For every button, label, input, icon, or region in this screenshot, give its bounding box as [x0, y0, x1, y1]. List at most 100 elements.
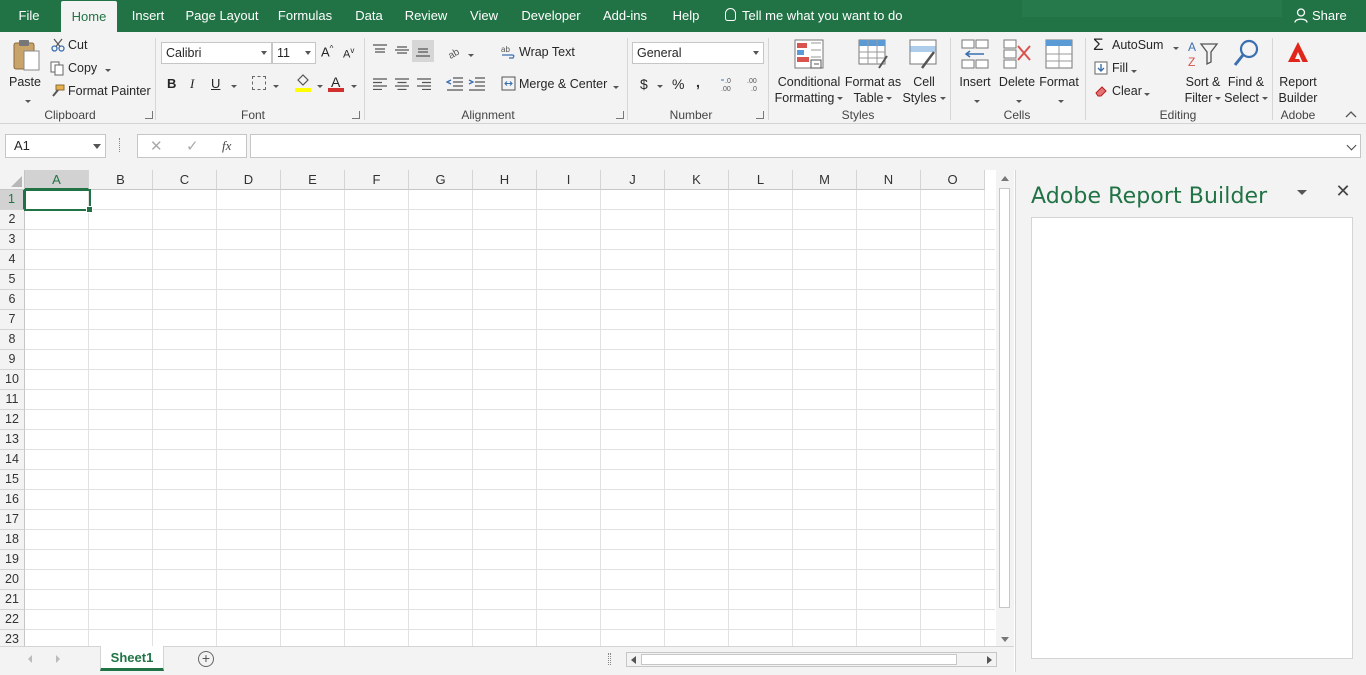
- column-header-l[interactable]: L: [729, 170, 793, 190]
- cut-button[interactable]: Cut: [49, 37, 109, 55]
- percent-button[interactable]: %: [672, 76, 684, 92]
- paste-button[interactable]: Paste: [5, 36, 45, 106]
- scroll-left-icon[interactable]: [631, 656, 636, 664]
- row-header-20[interactable]: 20: [0, 570, 25, 590]
- column-header-c[interactable]: C: [153, 170, 217, 190]
- row-header-16[interactable]: 16: [0, 490, 25, 510]
- column-header-d[interactable]: D: [217, 170, 281, 190]
- underline-button[interactable]: U: [211, 76, 220, 91]
- tab-developer[interactable]: Developer: [515, 0, 587, 32]
- tab-view[interactable]: View: [462, 0, 506, 32]
- tab-help[interactable]: Help: [664, 0, 708, 32]
- insert-function-button[interactable]: fx: [222, 138, 231, 154]
- row-header-1[interactable]: 1: [0, 190, 25, 210]
- borders-dropdown-icon[interactable]: [270, 79, 279, 93]
- column-header-a[interactable]: A: [25, 170, 89, 190]
- column-header-g[interactable]: G: [409, 170, 473, 190]
- column-header-j[interactable]: J: [601, 170, 665, 190]
- font-name-select[interactable]: Calibri: [161, 42, 272, 64]
- formula-input[interactable]: [250, 134, 1361, 158]
- tab-add-ins[interactable]: Add-ins: [597, 0, 653, 32]
- sheet-tab-sheet1[interactable]: Sheet1: [100, 646, 164, 671]
- increase-font-icon[interactable]: A^: [321, 44, 333, 59]
- select-all-button[interactable]: [0, 170, 25, 190]
- tab-insert[interactable]: Insert: [125, 0, 171, 32]
- row-header-21[interactable]: 21: [0, 590, 25, 610]
- tell-me-search[interactable]: Tell me what you want to do: [722, 0, 902, 32]
- row-header-11[interactable]: 11: [0, 390, 25, 410]
- expand-formula-icon[interactable]: [1346, 140, 1357, 151]
- row-header-15[interactable]: 15: [0, 470, 25, 490]
- share-button[interactable]: Share: [1292, 0, 1347, 32]
- tab-page-layout[interactable]: Page Layout: [180, 0, 264, 32]
- row-header-6[interactable]: 6: [0, 290, 25, 310]
- row-header-14[interactable]: 14: [0, 450, 25, 470]
- row-header-4[interactable]: 4: [0, 250, 25, 270]
- active-cell-cursor[interactable]: [24, 189, 93, 213]
- enter-icon[interactable]: ✓: [186, 137, 199, 155]
- report-builder-button[interactable]: Report Builder: [1276, 36, 1320, 106]
- find-select-button[interactable]: Find & Select: [1224, 36, 1268, 106]
- column-header-h[interactable]: H: [473, 170, 537, 190]
- scroll-right-icon[interactable]: [987, 656, 992, 664]
- row-header-22[interactable]: 22: [0, 610, 25, 630]
- font-size-select[interactable]: 11: [272, 42, 316, 64]
- row-header-17[interactable]: 17: [0, 510, 25, 530]
- format-cells-button[interactable]: Format: [1038, 36, 1080, 106]
- underline-dropdown-icon[interactable]: [228, 79, 237, 93]
- orientation-icon[interactable]: ab: [447, 43, 467, 59]
- align-middle-icon[interactable]: [394, 44, 410, 56]
- orientation-dropdown-icon[interactable]: [465, 48, 474, 62]
- row-header-7[interactable]: 7: [0, 310, 25, 330]
- collapse-ribbon-icon[interactable]: [1345, 110, 1357, 118]
- column-header-o[interactable]: O: [921, 170, 985, 190]
- currency-dropdown-icon[interactable]: [654, 79, 663, 93]
- wrap-text-button[interactable]: ab Wrap Text: [498, 42, 578, 62]
- align-right-icon[interactable]: [416, 78, 432, 90]
- fill-color-button[interactable]: [294, 74, 324, 94]
- row-header-13[interactable]: 13: [0, 430, 25, 450]
- pane-content[interactable]: [1031, 217, 1353, 659]
- row-header-23[interactable]: 23: [0, 630, 25, 646]
- fill-button[interactable]: Fill: [1092, 60, 1142, 78]
- row-header-9[interactable]: 9: [0, 350, 25, 370]
- vertical-scrollbar[interactable]: [996, 170, 1014, 646]
- row-header-18[interactable]: 18: [0, 530, 25, 550]
- increase-indent-icon[interactable]: [468, 77, 486, 91]
- cell-area[interactable]: [25, 190, 995, 646]
- merge-center-button[interactable]: Merge & Center: [498, 74, 624, 94]
- bold-button[interactable]: B: [167, 76, 176, 91]
- currency-button[interactable]: $: [640, 76, 648, 92]
- tab-home[interactable]: Home: [61, 1, 117, 32]
- conditional-formatting-button[interactable]: Conditional Formatting: [773, 36, 845, 106]
- tab-review[interactable]: Review: [400, 0, 452, 32]
- row-header-5[interactable]: 5: [0, 270, 25, 290]
- decrease-decimal-icon[interactable]: .00.0: [744, 76, 764, 92]
- borders-icon[interactable]: [252, 76, 266, 90]
- increase-decimal-icon[interactable]: .0.00: [720, 76, 740, 92]
- cell-styles-button[interactable]: Cell Styles: [901, 36, 947, 106]
- cancel-icon[interactable]: ✕: [150, 137, 163, 155]
- decrease-indent-icon[interactable]: [446, 77, 464, 91]
- align-bottom-button[interactable]: [412, 40, 434, 62]
- next-sheet-icon[interactable]: [56, 655, 60, 663]
- decrease-font-icon[interactable]: Av: [343, 46, 354, 61]
- row-header-10[interactable]: 10: [0, 370, 25, 390]
- prev-sheet-icon[interactable]: [28, 655, 32, 663]
- number-launcher-icon[interactable]: [756, 111, 764, 119]
- column-header-i[interactable]: I: [537, 170, 601, 190]
- column-header-b[interactable]: B: [89, 170, 153, 190]
- row-header-12[interactable]: 12: [0, 410, 25, 430]
- alignment-launcher-icon[interactable]: [616, 111, 624, 119]
- row-header-3[interactable]: 3: [0, 230, 25, 250]
- name-box[interactable]: A1: [5, 134, 106, 158]
- column-header-m[interactable]: M: [793, 170, 857, 190]
- insert-cells-button[interactable]: Insert: [955, 36, 995, 106]
- formula-bar-splitter[interactable]: [119, 138, 123, 152]
- comma-style-button[interactable]: ,: [696, 74, 700, 90]
- align-top-icon[interactable]: [372, 44, 388, 56]
- row-header-2[interactable]: 2: [0, 210, 25, 230]
- scroll-up-icon[interactable]: [1001, 176, 1009, 181]
- autosum-button[interactable]: Σ AutoSum: [1092, 35, 1182, 55]
- pane-close-button[interactable]: ✕: [1334, 182, 1352, 200]
